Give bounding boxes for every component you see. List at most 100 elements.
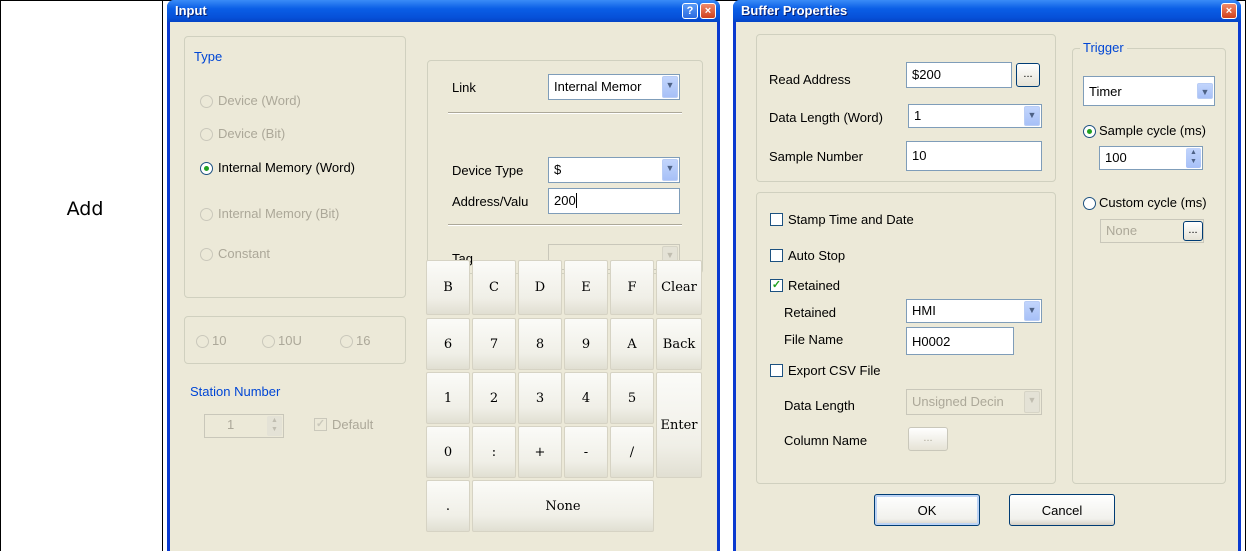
read-address-input[interactable]: $200 bbox=[906, 62, 1012, 88]
sample-cycle-spin-icon[interactable]: ▲ ▼ bbox=[1186, 148, 1201, 168]
label-device-bit: Device (Bit) bbox=[218, 126, 286, 141]
sample-number-value: 10 bbox=[912, 148, 927, 163]
buffer-titlebar[interactable]: Buffer Properties × bbox=[733, 0, 1241, 22]
close-icon[interactable]: × bbox=[700, 3, 716, 19]
key-c[interactable]: C bbox=[472, 260, 516, 315]
help-icon[interactable]: ? bbox=[682, 3, 698, 19]
key-3[interactable]: 3 bbox=[518, 372, 562, 424]
file-name-label: File Name bbox=[784, 332, 844, 347]
trigger-group bbox=[1072, 48, 1226, 484]
key-4[interactable]: 4 bbox=[564, 372, 608, 424]
key-slash[interactable]: / bbox=[610, 426, 654, 478]
chevron-down-icon[interactable]: ▼ bbox=[1024, 301, 1040, 321]
read-address-value: $200 bbox=[912, 67, 941, 82]
table-border-left bbox=[0, 0, 1, 551]
input-title: Input bbox=[175, 3, 207, 18]
address-input[interactable]: 200 bbox=[548, 188, 680, 214]
radio-device-word[interactable] bbox=[200, 95, 213, 108]
data-length-select[interactable]: 1 ▼ bbox=[908, 104, 1042, 128]
radio-sample-cycle[interactable] bbox=[1083, 125, 1096, 138]
retained-checkbox[interactable]: ✓ bbox=[770, 279, 783, 292]
chevron-down-icon[interactable]: ▼ bbox=[662, 76, 678, 98]
radio-constant[interactable] bbox=[200, 248, 213, 261]
csv-data-length-select[interactable]: Unsigned Decin ▼ bbox=[906, 389, 1042, 415]
buffer-client: Read Address $200 ... Data Length (Word)… bbox=[736, 22, 1238, 551]
key-6[interactable]: 6 bbox=[426, 318, 470, 370]
sample-cycle-value: 100 bbox=[1105, 150, 1127, 165]
device-type-select[interactable]: $ ▼ bbox=[548, 157, 680, 183]
table-column-divider bbox=[162, 0, 163, 551]
stamp-time-checkbox[interactable] bbox=[770, 213, 783, 226]
radio-base-16[interactable] bbox=[340, 335, 353, 348]
back-button[interactable]: Back bbox=[656, 318, 702, 370]
clear-button[interactable]: Clear bbox=[656, 260, 702, 315]
data-length-value: 1 bbox=[914, 108, 922, 123]
enter-button[interactable]: Enter bbox=[656, 372, 702, 478]
key-2[interactable]: 2 bbox=[472, 372, 516, 424]
default-checkbox[interactable]: ✓ bbox=[314, 418, 327, 431]
radio-base-10[interactable] bbox=[196, 335, 209, 348]
export-csv-label: Export CSV File bbox=[788, 363, 881, 378]
stamp-time-label: Stamp Time and Date bbox=[788, 212, 914, 227]
trigger-type-select[interactable]: Timer ▼ bbox=[1083, 76, 1215, 106]
radio-custom-cycle[interactable] bbox=[1083, 197, 1096, 210]
sample-number-input[interactable]: 10 bbox=[906, 141, 1042, 171]
retained-select[interactable]: HMI ▼ bbox=[906, 299, 1042, 323]
trigger-type-value: Timer bbox=[1089, 84, 1122, 99]
column-name-button[interactable]: ... bbox=[908, 427, 948, 451]
key-8[interactable]: 8 bbox=[518, 318, 562, 370]
station-number-label: Station Number bbox=[190, 384, 281, 399]
key-dot[interactable]: . bbox=[426, 480, 470, 532]
sample-cycle-label: Sample cycle (ms) bbox=[1099, 123, 1206, 138]
key-b[interactable]: B bbox=[426, 260, 470, 315]
separator bbox=[448, 112, 682, 114]
csv-data-length-value: Unsigned Decin bbox=[912, 394, 1004, 409]
chevron-down-icon[interactable]: ▼ bbox=[1024, 106, 1040, 126]
key-f[interactable]: F bbox=[610, 260, 654, 315]
auto-stop-checkbox[interactable] bbox=[770, 249, 783, 262]
default-label: Default bbox=[332, 417, 374, 432]
chevron-down-icon[interactable]: ▼ bbox=[662, 159, 678, 181]
ok-button[interactable]: OK bbox=[874, 494, 980, 526]
key-colon[interactable]: : bbox=[472, 426, 516, 478]
key-0[interactable]: 0 bbox=[426, 426, 470, 478]
link-select[interactable]: Internal Memor ▼ bbox=[548, 74, 680, 100]
key-a[interactable]: A bbox=[610, 318, 654, 370]
column-name-label: Column Name bbox=[784, 433, 868, 448]
link-value: Internal Memor bbox=[554, 79, 642, 94]
chevron-down-icon[interactable]: ▼ bbox=[1197, 83, 1213, 99]
station-spin-icon[interactable]: ▲ ▼ bbox=[267, 416, 282, 436]
none-button[interactable]: None bbox=[472, 480, 654, 532]
key-7[interactable]: 7 bbox=[472, 318, 516, 370]
radio-base-10u[interactable] bbox=[262, 335, 275, 348]
label-internal-memory-bit: Internal Memory (Bit) bbox=[218, 206, 340, 221]
device-type-value: $ bbox=[554, 162, 562, 177]
file-name-input[interactable]: H0002 bbox=[906, 327, 1014, 355]
key-5[interactable]: 5 bbox=[610, 372, 654, 424]
radio-device-bit[interactable] bbox=[200, 128, 213, 141]
read-address-browse-button[interactable]: ... bbox=[1016, 63, 1040, 87]
input-client: Type Device (Word) Device (Bit) Internal… bbox=[170, 22, 717, 551]
key-e[interactable]: E bbox=[564, 260, 608, 315]
buffer-properties-dialog: Buffer Properties × Read Address $200 ..… bbox=[733, 0, 1241, 551]
input-titlebar[interactable]: Input ? × bbox=[167, 0, 720, 22]
label-device-word: Device (Word) bbox=[218, 93, 301, 108]
chevron-down-icon[interactable]: ▼ bbox=[1024, 391, 1040, 413]
sample-cycle-input[interactable]: 100 ▲ ▼ bbox=[1099, 146, 1203, 170]
radio-internal-memory-bit[interactable] bbox=[200, 208, 213, 221]
custom-cycle-browse-button[interactable]: ... bbox=[1183, 221, 1203, 241]
link-label: Link bbox=[452, 80, 476, 95]
key-minus[interactable]: - bbox=[564, 426, 608, 478]
key-plus[interactable]: + bbox=[518, 426, 562, 478]
custom-cycle-value: None bbox=[1106, 223, 1138, 238]
text-cursor bbox=[575, 193, 577, 208]
cancel-button[interactable]: Cancel bbox=[1009, 494, 1115, 526]
radio-internal-memory-word[interactable] bbox=[200, 162, 213, 175]
station-number-input[interactable]: 1 ▲ ▼ bbox=[204, 414, 284, 438]
key-1[interactable]: 1 bbox=[426, 372, 470, 424]
label-base-10: 10 bbox=[212, 333, 227, 348]
key-d[interactable]: D bbox=[518, 260, 562, 315]
close-icon[interactable]: × bbox=[1221, 3, 1237, 19]
export-csv-checkbox[interactable] bbox=[770, 364, 783, 377]
key-9[interactable]: 9 bbox=[564, 318, 608, 370]
